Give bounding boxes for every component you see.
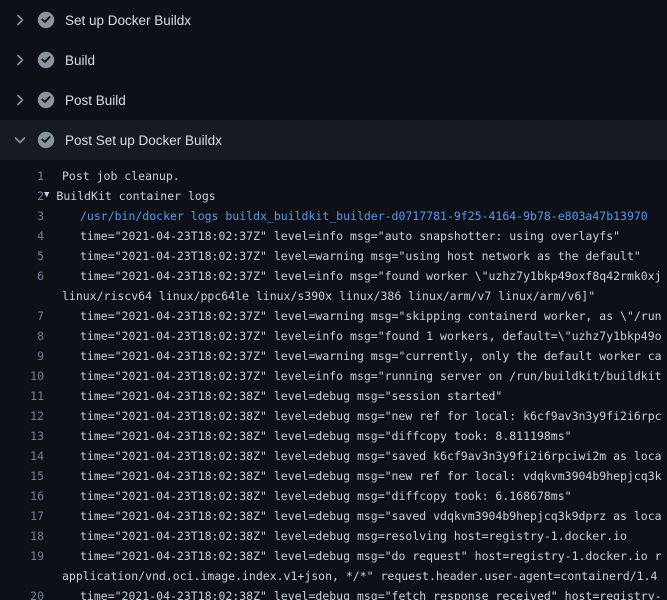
log-line-text: time="2021-04-23T18:02:38Z" level=debug … bbox=[80, 486, 572, 506]
log-line-text: time="2021-04-23T18:02:38Z" level=debug … bbox=[80, 426, 572, 446]
log-line: 11 time="2021-04-23T18:02:38Z" level=deb… bbox=[0, 386, 667, 406]
log-line-number[interactable]: 8 bbox=[0, 326, 44, 346]
log-line: 15 time="2021-04-23T18:02:38Z" level=deb… bbox=[0, 466, 667, 486]
log-line-number[interactable]: 2 bbox=[0, 186, 44, 206]
log-line: 8 time="2021-04-23T18:02:37Z" level=info… bbox=[0, 326, 667, 346]
step-header-build[interactable]: Build bbox=[0, 40, 667, 80]
log-line-text: time="2021-04-23T18:02:38Z" level=debug … bbox=[80, 446, 662, 466]
log-line-text: time="2021-04-23T18:02:38Z" level=debug … bbox=[80, 526, 627, 546]
log-line-number[interactable]: 6 bbox=[0, 266, 44, 286]
step-header-post-build[interactable]: Post Build bbox=[0, 80, 667, 120]
log-line-text: time="2021-04-23T18:02:37Z" level=info m… bbox=[80, 226, 620, 246]
log-line-text: time="2021-04-23T18:02:38Z" level=debug … bbox=[80, 586, 662, 600]
log-line-text: linux/riscv64 linux/ppc64le linux/s390x … bbox=[62, 286, 595, 306]
log-line-number[interactable]: 5 bbox=[0, 246, 44, 266]
check-circle-icon bbox=[37, 91, 55, 109]
step-label: Build bbox=[65, 53, 95, 68]
log-line: 12 time="2021-04-23T18:02:38Z" level=deb… bbox=[0, 406, 667, 426]
check-circle-icon bbox=[37, 11, 55, 29]
log-line: application/vnd.oci.image.index.v1+json,… bbox=[0, 566, 667, 586]
log-line: 16 time="2021-04-23T18:02:38Z" level=deb… bbox=[0, 486, 667, 506]
log-line: 5 time="2021-04-23T18:02:37Z" level=warn… bbox=[0, 246, 667, 266]
log-line-number[interactable]: 7 bbox=[0, 306, 44, 326]
check-circle-icon bbox=[37, 51, 55, 69]
log-line-number[interactable]: 11 bbox=[0, 386, 44, 406]
log-line-text: time="2021-04-23T18:02:37Z" level=info m… bbox=[80, 266, 662, 286]
log-line-text: time="2021-04-23T18:02:38Z" level=debug … bbox=[80, 386, 502, 406]
log-line-number[interactable]: 13 bbox=[0, 426, 44, 446]
log-line: 17 time="2021-04-23T18:02:38Z" level=deb… bbox=[0, 506, 667, 526]
log-line-number[interactable]: 19 bbox=[0, 546, 44, 566]
log-line-number[interactable]: 12 bbox=[0, 406, 44, 426]
chevron-right-icon bbox=[12, 92, 28, 108]
chevron-down-icon bbox=[12, 132, 28, 148]
log-line-text: time="2021-04-23T18:02:38Z" level=debug … bbox=[80, 546, 662, 566]
log-line-text: time="2021-04-23T18:02:37Z" level=warnin… bbox=[80, 346, 662, 366]
log-line-number[interactable]: 10 bbox=[0, 366, 44, 386]
log-line: 9 time="2021-04-23T18:02:37Z" level=warn… bbox=[0, 346, 667, 366]
step-header-set-up-docker-buildx[interactable]: Set up Docker Buildx bbox=[0, 0, 667, 40]
log-line-text: time="2021-04-23T18:02:37Z" level=warnin… bbox=[80, 246, 641, 266]
log-line-text: /usr/bin/docker logs buildx_buildkit_bui… bbox=[80, 206, 648, 226]
step-label: Post Build bbox=[65, 93, 126, 108]
log-line-number[interactable]: 16 bbox=[0, 486, 44, 506]
log-line-number[interactable]: 1 bbox=[0, 166, 44, 186]
chevron-right-icon bbox=[12, 12, 28, 28]
log-line-number[interactable]: 17 bbox=[0, 506, 44, 526]
log-line: linux/riscv64 linux/ppc64le linux/s390x … bbox=[0, 286, 667, 306]
step-header-post-set-up-docker-buildx[interactable]: Post Set up Docker Buildx bbox=[0, 120, 667, 160]
log-line-text: application/vnd.oci.image.index.v1+json,… bbox=[62, 566, 657, 586]
log-line: 18 time="2021-04-23T18:02:38Z" level=deb… bbox=[0, 526, 667, 546]
log-line-number[interactable]: 4 bbox=[0, 226, 44, 246]
log-line-text: time="2021-04-23T18:02:37Z" level=warnin… bbox=[80, 306, 662, 326]
log-line-number[interactable]: 15 bbox=[0, 466, 44, 486]
check-circle-icon bbox=[37, 131, 55, 149]
log-line-number[interactable]: 18 bbox=[0, 526, 44, 546]
log-line: 4 time="2021-04-23T18:02:37Z" level=info… bbox=[0, 226, 667, 246]
log-group-line: 2 ▼ BuildKit container logs bbox=[0, 186, 667, 206]
log-line: 19 time="2021-04-23T18:02:38Z" level=deb… bbox=[0, 546, 667, 566]
step-label: Set up Docker Buildx bbox=[65, 13, 191, 28]
group-collapse-triangle-icon[interactable]: ▼ bbox=[44, 186, 49, 205]
log-line-text[interactable]: BuildKit container logs bbox=[56, 186, 215, 206]
log-line-text: Post job cleanup. bbox=[62, 166, 180, 186]
log-line: 7 time="2021-04-23T18:02:37Z" level=warn… bbox=[0, 306, 667, 326]
log-line: 6 time="2021-04-23T18:02:37Z" level=info… bbox=[0, 266, 667, 286]
log-line: 3 /usr/bin/docker logs buildx_buildkit_b… bbox=[0, 206, 667, 226]
log-line-number[interactable] bbox=[0, 566, 44, 586]
log-line-text: time="2021-04-23T18:02:38Z" level=debug … bbox=[80, 406, 662, 426]
chevron-right-icon bbox=[12, 52, 28, 68]
log-line: 20 time="2021-04-23T18:02:38Z" level=deb… bbox=[0, 586, 667, 600]
log-line-number[interactable]: 14 bbox=[0, 446, 44, 466]
log-line: 1 Post job cleanup. bbox=[0, 166, 667, 186]
log-line-text: time="2021-04-23T18:02:38Z" level=debug … bbox=[80, 506, 662, 526]
log-line-text: time="2021-04-23T18:02:37Z" level=info m… bbox=[80, 366, 662, 386]
log-line-number[interactable]: 9 bbox=[0, 346, 44, 366]
log-line-number[interactable] bbox=[0, 286, 44, 306]
log-lines: 1 Post job cleanup. 2 ▼ BuildKit containe… bbox=[0, 160, 667, 600]
log-line-number[interactable]: 3 bbox=[0, 206, 44, 226]
log-line: 13 time="2021-04-23T18:02:38Z" level=deb… bbox=[0, 426, 667, 446]
log-line: 10 time="2021-04-23T18:02:37Z" level=inf… bbox=[0, 366, 667, 386]
log-line-text: time="2021-04-23T18:02:38Z" level=debug … bbox=[80, 466, 662, 486]
step-label: Post Set up Docker Buildx bbox=[65, 133, 222, 148]
log-line: 14 time="2021-04-23T18:02:38Z" level=deb… bbox=[0, 446, 667, 466]
log-line-text: time="2021-04-23T18:02:37Z" level=info m… bbox=[80, 326, 662, 346]
log-line-number[interactable]: 20 bbox=[0, 586, 44, 600]
workflow-log-console: Set up Docker Buildx Build Post Build Po… bbox=[0, 0, 667, 600]
